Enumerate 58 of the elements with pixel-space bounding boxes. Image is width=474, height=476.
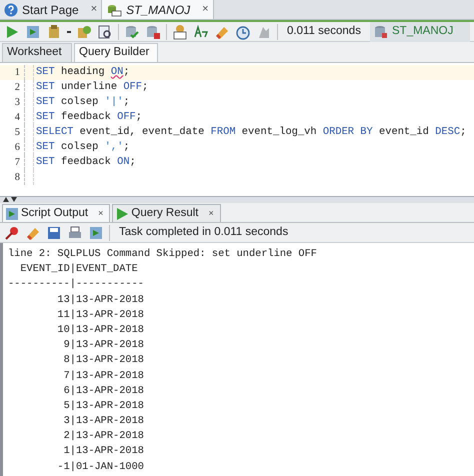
output-tab[interactable]: Script Output × xyxy=(2,204,110,222)
line-number: 4 xyxy=(14,110,21,125)
code-line: SET colsep '|'; xyxy=(35,94,130,110)
output-line: 6|13-APR-2018 xyxy=(62,384,144,399)
code-line: SET heading ON; xyxy=(35,64,130,80)
script-icon[interactable] xyxy=(88,224,104,240)
database-icon xyxy=(106,2,122,16)
line-number: 1 xyxy=(14,66,21,80)
output-line: 10|13-APR-2018 xyxy=(56,322,144,338)
run-icon[interactable] xyxy=(4,24,20,40)
output-line: 3|13-APR-2018 xyxy=(62,414,144,430)
output-line: 2|13-APR-2018 xyxy=(62,429,144,444)
code-editor[interactable]: 1 SET heading ON; 2 SET underline OFF; 3 SET colsep '|'; 4 SET feedback OFF; 5 SELECT event_id, event_date FROM event_log_vh ORDER BY event_id DESC; 6 SET colsep ','; 7 SET feedback ON; 8 xyxy=(0,62,474,196)
editor-tab[interactable]: Start Page × xyxy=(0,0,102,19)
history-icon[interactable] xyxy=(235,24,251,40)
line-number: 6 xyxy=(14,140,21,155)
output-line: 5|13-APR-2018 xyxy=(62,398,144,414)
close-icon[interactable]: × xyxy=(208,206,214,220)
line-number: 7 xyxy=(14,156,21,170)
output-line: line 2: SQLPLUS Command Skipped: set underline OFF xyxy=(8,247,317,262)
script-icon[interactable] xyxy=(25,24,41,40)
help-icon xyxy=(4,2,18,16)
output-line: EVENT_ID|EVENT_DATE xyxy=(19,262,138,278)
output-line: 9|13-APR-2018 xyxy=(62,338,144,354)
code-line: SET underline OFF; xyxy=(35,80,148,95)
line-number: 8 xyxy=(14,170,21,185)
output-tab[interactable]: Query Result × xyxy=(112,204,221,222)
status-text: Task completed in 0.011 seconds xyxy=(119,224,288,240)
close-icon[interactable]: × xyxy=(98,206,104,220)
output-line: 7|13-APR-2018 xyxy=(62,368,144,384)
close-icon[interactable]: × xyxy=(202,1,209,18)
timing-label: 0.011 seconds xyxy=(287,24,361,39)
editor-tab[interactable]: ST_MANOJ × xyxy=(102,0,214,19)
line-number: 2 xyxy=(14,80,21,95)
worksheet-tab[interactable]: Query Builder xyxy=(74,43,158,62)
code-line: SELECT event_id, event_date FROM event_log_vh ORDER BY event_id DESC; xyxy=(35,124,466,140)
database-icon xyxy=(374,24,388,38)
pin-icon[interactable] xyxy=(4,224,20,240)
line-number: 3 xyxy=(14,96,21,110)
database-error-icon[interactable] xyxy=(145,24,161,40)
save-icon[interactable] xyxy=(46,224,62,240)
output-line: 11|13-APR-2018 xyxy=(56,308,144,323)
worksheet-tab[interactable]: Worksheet xyxy=(2,43,72,62)
connection-selector[interactable]: ST_MANOJ xyxy=(370,22,470,42)
code-line: SET feedback OFF; xyxy=(35,110,142,125)
database-check-icon[interactable] xyxy=(124,24,140,40)
output-line: -1|01-JAN-1000 xyxy=(56,460,144,475)
code-line: SET colsep ','; xyxy=(35,140,130,155)
output-line: 1|13-APR-2018 xyxy=(62,444,144,460)
line-number: 5 xyxy=(14,126,21,140)
close-icon[interactable]: × xyxy=(90,1,98,18)
script-icon xyxy=(5,206,19,220)
split-arrows-icon[interactable] xyxy=(3,197,17,202)
output-line: 8|13-APR-2018 xyxy=(62,353,144,368)
code-line: SET feedback ON; xyxy=(35,154,136,170)
output-line: 13|13-APR-2018 xyxy=(56,292,144,308)
print-icon[interactable] xyxy=(67,224,83,240)
output-line: ----------|----------- xyxy=(8,277,144,292)
